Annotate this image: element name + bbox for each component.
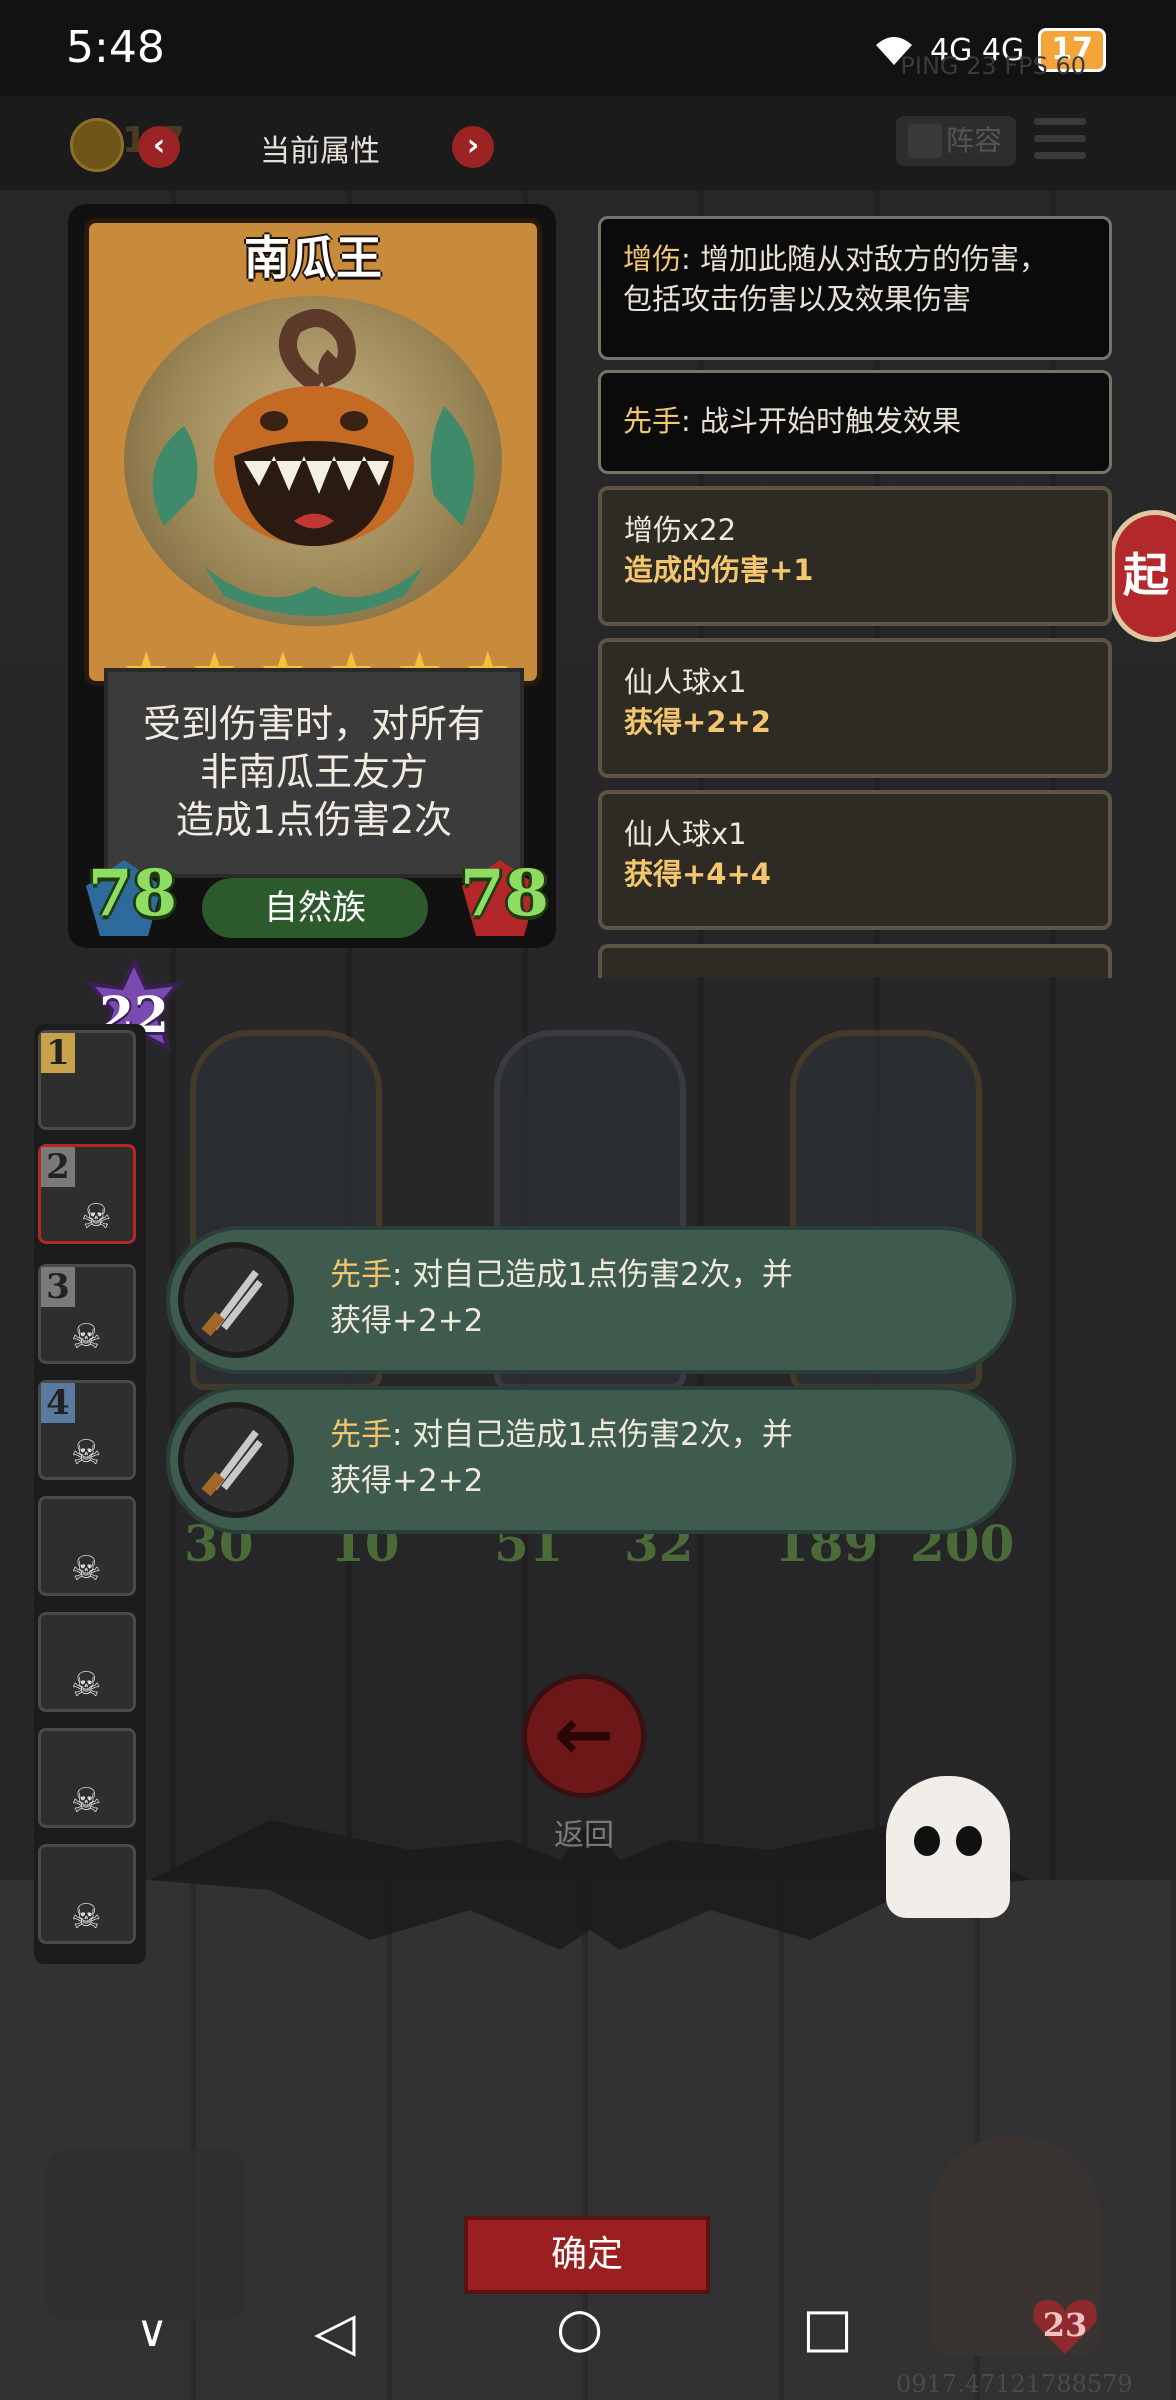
tooltip-line: 获得+2+2	[330, 1463, 484, 1499]
home-icon[interactable]: ○	[556, 2296, 603, 2359]
watermark: 0917.47121788579	[896, 2370, 1133, 2398]
lineup-slot[interactable]: 3 ☠	[38, 1264, 136, 1364]
pumpkin-king-portrait	[124, 296, 502, 626]
skull-icon: ☠	[71, 1781, 102, 1821]
pumpkin-king-illustration	[152, 309, 475, 616]
info-box-buff: 仙人球x1 获得+4+4	[598, 790, 1112, 930]
confirm-button[interactable]: 确定	[464, 2216, 710, 2294]
opponent-hp: 23	[1042, 2306, 1088, 2344]
slot-number: 4	[41, 1383, 75, 1423]
lineup-slot[interactable]: ☠	[38, 1844, 136, 1944]
tooltip-line: : 对自己造成1点伤害2次，并	[392, 1417, 793, 1453]
lineup-button[interactable]: 阵容	[896, 116, 1016, 166]
info-keyword: 先手	[623, 404, 682, 438]
info-box-more	[598, 944, 1112, 978]
card-description-line: 受到伤害时，对所有	[142, 702, 485, 746]
info-keyword: 增伤	[623, 242, 682, 276]
arrow-right-icon[interactable]: ›	[452, 126, 494, 168]
side-start-button[interactable]: 起	[1110, 510, 1176, 642]
buff-effect: 造成的伤害+1	[624, 553, 814, 587]
ghost-icon[interactable]	[886, 1776, 1010, 1918]
info-box-buff: 增伤x22 造成的伤害+1	[598, 486, 1112, 626]
page-title: 当前属性	[260, 134, 380, 169]
tooltip-line: : 对自己造成1点伤害2次，并	[392, 1257, 793, 1293]
lineup-slot[interactable]: 2 ☠	[38, 1144, 136, 1244]
info-text: 包括攻击伤害以及效果伤害	[623, 282, 972, 316]
book-icon	[908, 124, 942, 158]
tooltip-keyword: 先手	[330, 1257, 392, 1293]
shears-icon	[178, 1242, 294, 1358]
lineup-slot[interactable]: ☠	[38, 1612, 136, 1712]
collapse-icon[interactable]: ∨	[136, 2306, 168, 2357]
lineup-slot[interactable]: ☠	[38, 1728, 136, 1828]
tooltip-keyword: 先手	[330, 1417, 392, 1453]
buff-name: 仙人球x1	[624, 665, 747, 699]
info-text: : 增加此随从对敌方的伤害，	[681, 242, 1049, 276]
lineup-slot[interactable]: 1	[38, 1030, 136, 1130]
recent-apps-icon[interactable]: □	[802, 2296, 853, 2359]
player-avatar[interactable]	[46, 2150, 246, 2320]
skull-icon: ☠	[71, 1433, 102, 1473]
skull-icon: ☠	[71, 1897, 102, 1937]
buff-effect: 获得+2+2	[624, 705, 771, 739]
skull-icon: ☠	[71, 1665, 102, 1705]
info-box-keyword-damage: 增伤: 增加此随从对敌方的伤害， 包括攻击伤害以及效果伤害	[598, 216, 1112, 360]
skull-icon: ☠	[81, 1197, 112, 1237]
status-time: 5:48	[66, 22, 165, 73]
slot-number: 1	[41, 1033, 75, 1073]
card-tribe: 自然族	[202, 878, 428, 938]
info-box-keyword-first: 先手: 战斗开始时触发效果	[598, 370, 1112, 474]
arrow-left-icon[interactable]: ‹	[138, 126, 180, 168]
buff-effect: 获得+4+4	[624, 857, 771, 891]
buff-name: 增伤x22	[624, 513, 737, 547]
shears-icon	[178, 1402, 294, 1518]
info-text: : 战斗开始时触发效果	[681, 404, 962, 438]
lineup-label: 阵容	[945, 124, 1002, 157]
coin-icon	[70, 118, 124, 172]
tooltip-line: 获得+2+2	[330, 1303, 484, 1339]
return-button[interactable]: ←	[522, 1674, 646, 1798]
card-description: 受到伤害时，对所有 非南瓜王友方 造成1点伤害2次	[114, 700, 514, 844]
tooltip-text: 先手: 对自己造成1点伤害2次，并 获得+2+2	[330, 1252, 850, 1344]
back-icon[interactable]: ◁	[314, 2300, 356, 2363]
slot-number: 2	[41, 1147, 75, 1187]
ping-fps: PING 23 FPS 60	[900, 52, 1086, 80]
return-label: 返回	[554, 1818, 614, 1853]
card-description-line: 造成1点伤害2次	[175, 798, 453, 842]
lineup-slot[interactable]: 4 ☠	[38, 1380, 136, 1480]
card-health: 78	[460, 856, 550, 931]
card-description-line: 非南瓜王友方	[199, 750, 428, 794]
info-box-buff: 仙人球x1 获得+2+2	[598, 638, 1112, 778]
skull-icon: ☠	[71, 1317, 102, 1357]
card-attack: 78	[88, 856, 178, 931]
return-arrow-icon: ←	[553, 1692, 615, 1776]
skull-icon: ☠	[71, 1549, 102, 1589]
slot-number: 3	[41, 1267, 75, 1307]
buff-name: 仙人球x1	[624, 817, 747, 851]
lineup-slot[interactable]: ☠	[38, 1496, 136, 1596]
menu-icon[interactable]	[1034, 118, 1086, 162]
tooltip-text: 先手: 对自己造成1点伤害2次，并 获得+2+2	[330, 1412, 850, 1504]
card-name: 南瓜王	[244, 231, 382, 285]
